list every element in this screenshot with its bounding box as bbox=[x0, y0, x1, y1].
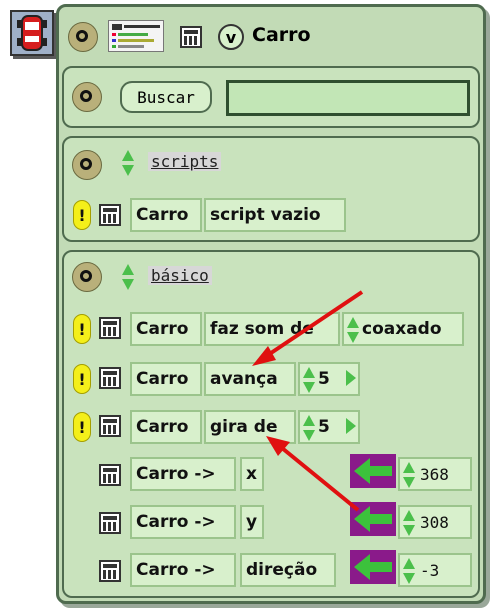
annotation-arrow-2 bbox=[266, 436, 360, 512]
annotation-arrow-1 bbox=[252, 290, 364, 366]
annotation-arrows bbox=[252, 290, 364, 512]
